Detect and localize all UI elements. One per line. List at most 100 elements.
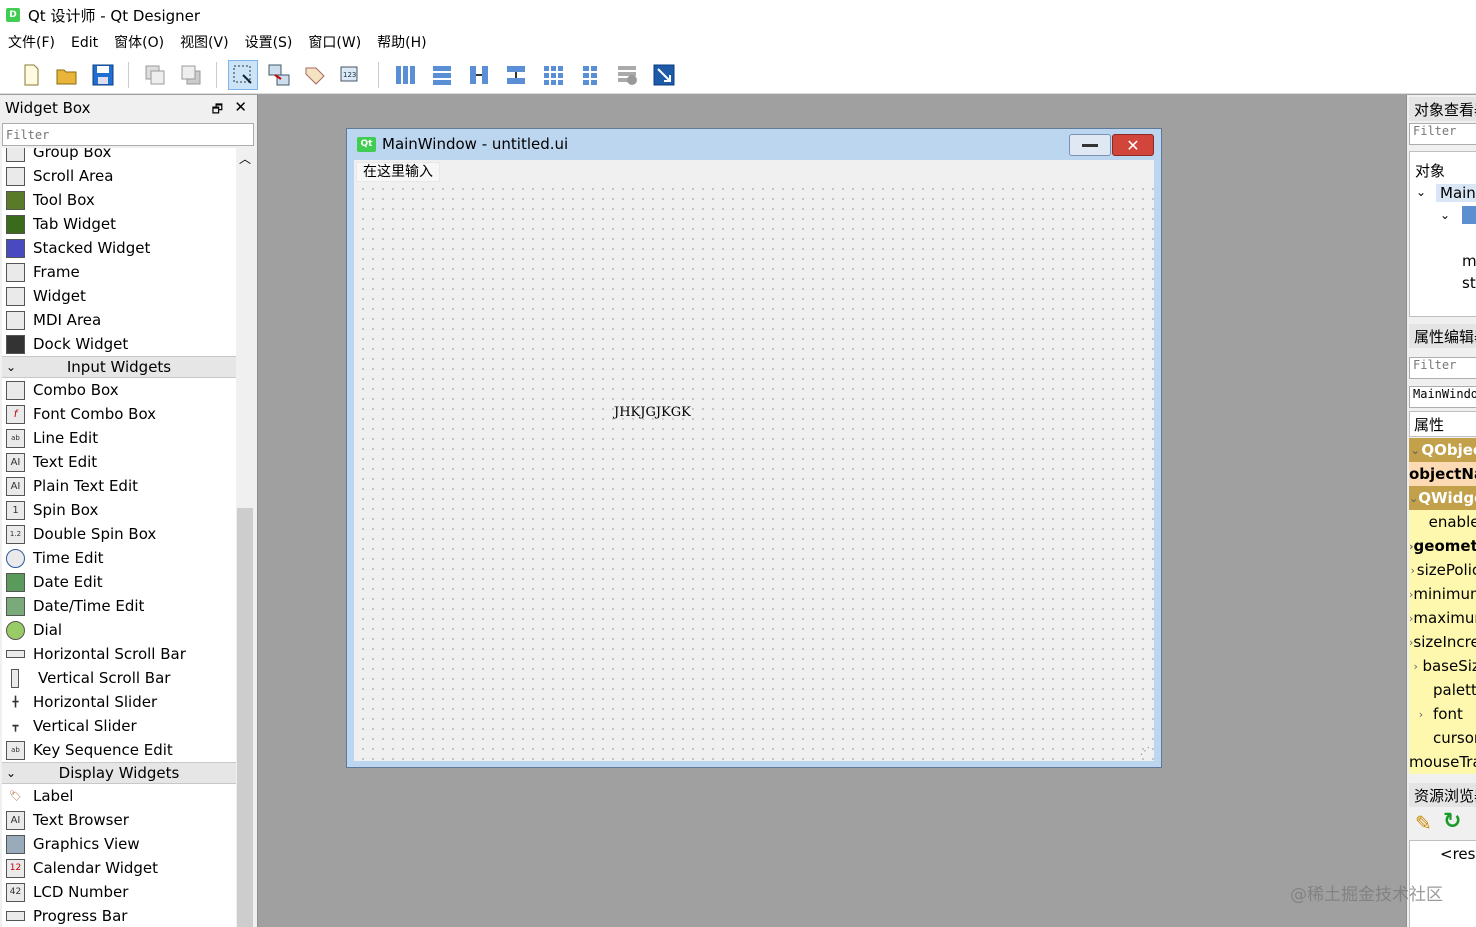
minimize-button[interactable] — [1069, 134, 1111, 156]
list-item[interactable]: AI Plain Text Edit — [2, 474, 236, 498]
layout-horizontal-splitter-icon[interactable] — [464, 60, 494, 90]
list-item[interactable]: Scroll Area — [2, 164, 236, 188]
list-item[interactable]: ab Key Sequence Edit — [2, 738, 236, 762]
form-window[interactable]: Qt MainWindow - untitled.ui ✕ 在这里输入 JHKJ… — [346, 128, 1162, 768]
list-item[interactable]: Stacked Widget — [2, 236, 236, 260]
menu-view[interactable]: 视图(V) — [172, 30, 237, 56]
widget-box-filter-input[interactable] — [2, 123, 254, 146]
widget-box-dock: Widget Box 🗗 ✕ Group Box Scroll Area Too… — [0, 95, 258, 927]
property-row[interactable]: ›baseSize — [1409, 654, 1476, 678]
property-group-qwidget[interactable]: ⌄QWidget — [1409, 486, 1476, 510]
chevron-up-icon[interactable]: ︿ — [239, 150, 251, 167]
list-item[interactable]: Progress Bar — [2, 904, 236, 927]
menu-edit[interactable]: Edit — [63, 30, 106, 56]
resize-grip-icon[interactable]: ⋰ — [1140, 746, 1150, 757]
chevron-down-icon: ⌄ — [1410, 443, 1420, 457]
list-item[interactable]: AI Text Edit — [2, 450, 236, 474]
list-item[interactable]: ab Line Edit — [2, 426, 236, 450]
reload-icon[interactable]: ↻ — [1443, 809, 1461, 834]
menu-file[interactable]: 文件(F) — [0, 30, 63, 56]
line-edit-icon: ab — [6, 428, 25, 448]
category-display-widgets[interactable]: ⌄ Display Widgets — [2, 762, 236, 784]
list-item[interactable]: ╋ Horizontal Slider — [2, 690, 236, 714]
property-row[interactable]: ›sizePolicy — [1409, 558, 1476, 582]
scrollbar-thumb[interactable] — [237, 508, 253, 927]
menu-type-here[interactable]: 在这里输入 — [356, 162, 440, 182]
list-item[interactable]: MDI Area — [2, 308, 236, 332]
save-icon[interactable] — [88, 60, 118, 90]
list-item[interactable]: Dial — [2, 618, 236, 642]
bring-to-front-icon[interactable] — [176, 60, 206, 90]
list-item[interactable]: 1 Spin Box — [2, 498, 236, 522]
list-item[interactable]: f Font Combo Box — [2, 402, 236, 426]
menu-help[interactable]: 帮助(H) — [369, 30, 434, 56]
list-item[interactable]: Combo Box — [2, 378, 236, 402]
list-item[interactable]: Graphics View — [2, 832, 236, 856]
watermark: @稀土掘金技术社区 — [1290, 885, 1443, 905]
property-row[interactable]: palette — [1409, 678, 1476, 702]
layout-vertical-splitter-icon[interactable] — [501, 60, 531, 90]
property-row[interactable]: mouseTracking — [1409, 750, 1476, 774]
list-item[interactable]: Horizontal Scroll Bar — [2, 642, 236, 666]
send-to-back-icon[interactable] — [140, 60, 170, 90]
layout-vertical-icon[interactable] — [427, 60, 457, 90]
widget-box-scrollbar[interactable]: ︿ — [236, 148, 254, 927]
list-item[interactable]: 🏷 Label — [2, 784, 236, 808]
layout-form-icon[interactable] — [575, 60, 605, 90]
property-row[interactable]: ›maximumSize — [1409, 606, 1476, 630]
resource-root[interactable]: <resource root> — [1440, 845, 1476, 863]
list-item[interactable]: AI Text Browser — [2, 808, 236, 832]
list-item[interactable]: Group Box — [2, 148, 236, 164]
menu-window[interactable]: 窗口(W) — [300, 30, 369, 56]
property-row[interactable]: enabled — [1409, 510, 1476, 534]
property-row[interactable]: › font — [1409, 702, 1476, 726]
edit-widgets-icon[interactable] — [228, 60, 258, 90]
break-layout-icon[interactable] — [612, 60, 642, 90]
form-label[interactable]: JHKJGJKGK — [614, 405, 691, 420]
list-item[interactable]: 1.2 Double Spin Box — [2, 522, 236, 546]
close-button[interactable]: ✕ — [1112, 134, 1154, 156]
new-file-icon[interactable] — [16, 60, 46, 90]
chevron-down-icon[interactable]: ⌄ — [1416, 185, 1426, 199]
chevron-down-icon[interactable]: ⌄ — [1440, 208, 1450, 222]
float-icon[interactable]: 🗗 — [212, 100, 223, 121]
property-row[interactable]: ›minimumSize — [1409, 582, 1476, 606]
list-item[interactable]: Widget — [2, 284, 236, 308]
tree-item-statusbar[interactable]: st — [1462, 274, 1476, 292]
menu-form[interactable]: 窗体(O) — [106, 30, 172, 56]
edit-tab-order-icon[interactable]: 123 — [336, 60, 366, 90]
form-canvas[interactable]: 在这里输入 JHKJGJKGK ⋰ — [354, 160, 1154, 761]
list-item[interactable]: Frame — [2, 260, 236, 284]
list-item[interactable]: Dock Widget — [2, 332, 236, 356]
object-inspector-filter[interactable]: Filter — [1409, 123, 1476, 145]
list-item[interactable]: Vertical Scroll Bar — [2, 666, 236, 690]
layout-grid-icon[interactable] — [538, 60, 568, 90]
edit-resources-icon[interactable]: ✎ — [1415, 811, 1432, 835]
list-item[interactable]: 12 Calendar Widget — [2, 856, 236, 880]
list-item[interactable]: Date/Time Edit — [2, 594, 236, 618]
open-folder-icon[interactable] — [52, 60, 82, 90]
tree-item-mainwindow[interactable]: MainWindow — [1436, 184, 1476, 202]
property-editor-filter[interactable]: Filter — [1409, 357, 1476, 379]
list-item[interactable]: 42 LCD Number — [2, 880, 236, 904]
property-row[interactable]: objectName — [1409, 462, 1476, 486]
layout-horizontal-icon[interactable] — [390, 60, 420, 90]
list-item[interactable]: Date Edit — [2, 570, 236, 594]
list-item[interactable]: Tool Box — [2, 188, 236, 212]
property-group-qobject[interactable]: ⌄QObject — [1409, 438, 1476, 462]
category-input-widgets[interactable]: ⌄ Input Widgets — [2, 356, 236, 378]
property-row[interactable]: cursor — [1409, 726, 1476, 750]
list-item[interactable]: Tab Widget — [2, 212, 236, 236]
property-row[interactable]: ›geometry — [1409, 534, 1476, 558]
edit-signals-slots-icon[interactable] — [264, 60, 294, 90]
edit-buddies-icon[interactable] — [300, 60, 330, 90]
adjust-size-icon[interactable] — [649, 60, 679, 90]
list-item[interactable]: ┳ Vertical Slider — [2, 714, 236, 738]
object-inspector-title: 对象查看器 — [1409, 97, 1476, 121]
property-row[interactable]: ›sizeIncrement — [1409, 630, 1476, 654]
menu-settings[interactable]: 设置(S) — [237, 30, 301, 56]
list-item[interactable]: Time Edit — [2, 546, 236, 570]
close-icon[interactable]: ✕ — [234, 98, 247, 116]
menubar: 文件(F) Edit 窗体(O) 视图(V) 设置(S) 窗口(W) 帮助(H) — [0, 30, 1476, 56]
tree-item-menubar[interactable]: m — [1462, 252, 1476, 270]
